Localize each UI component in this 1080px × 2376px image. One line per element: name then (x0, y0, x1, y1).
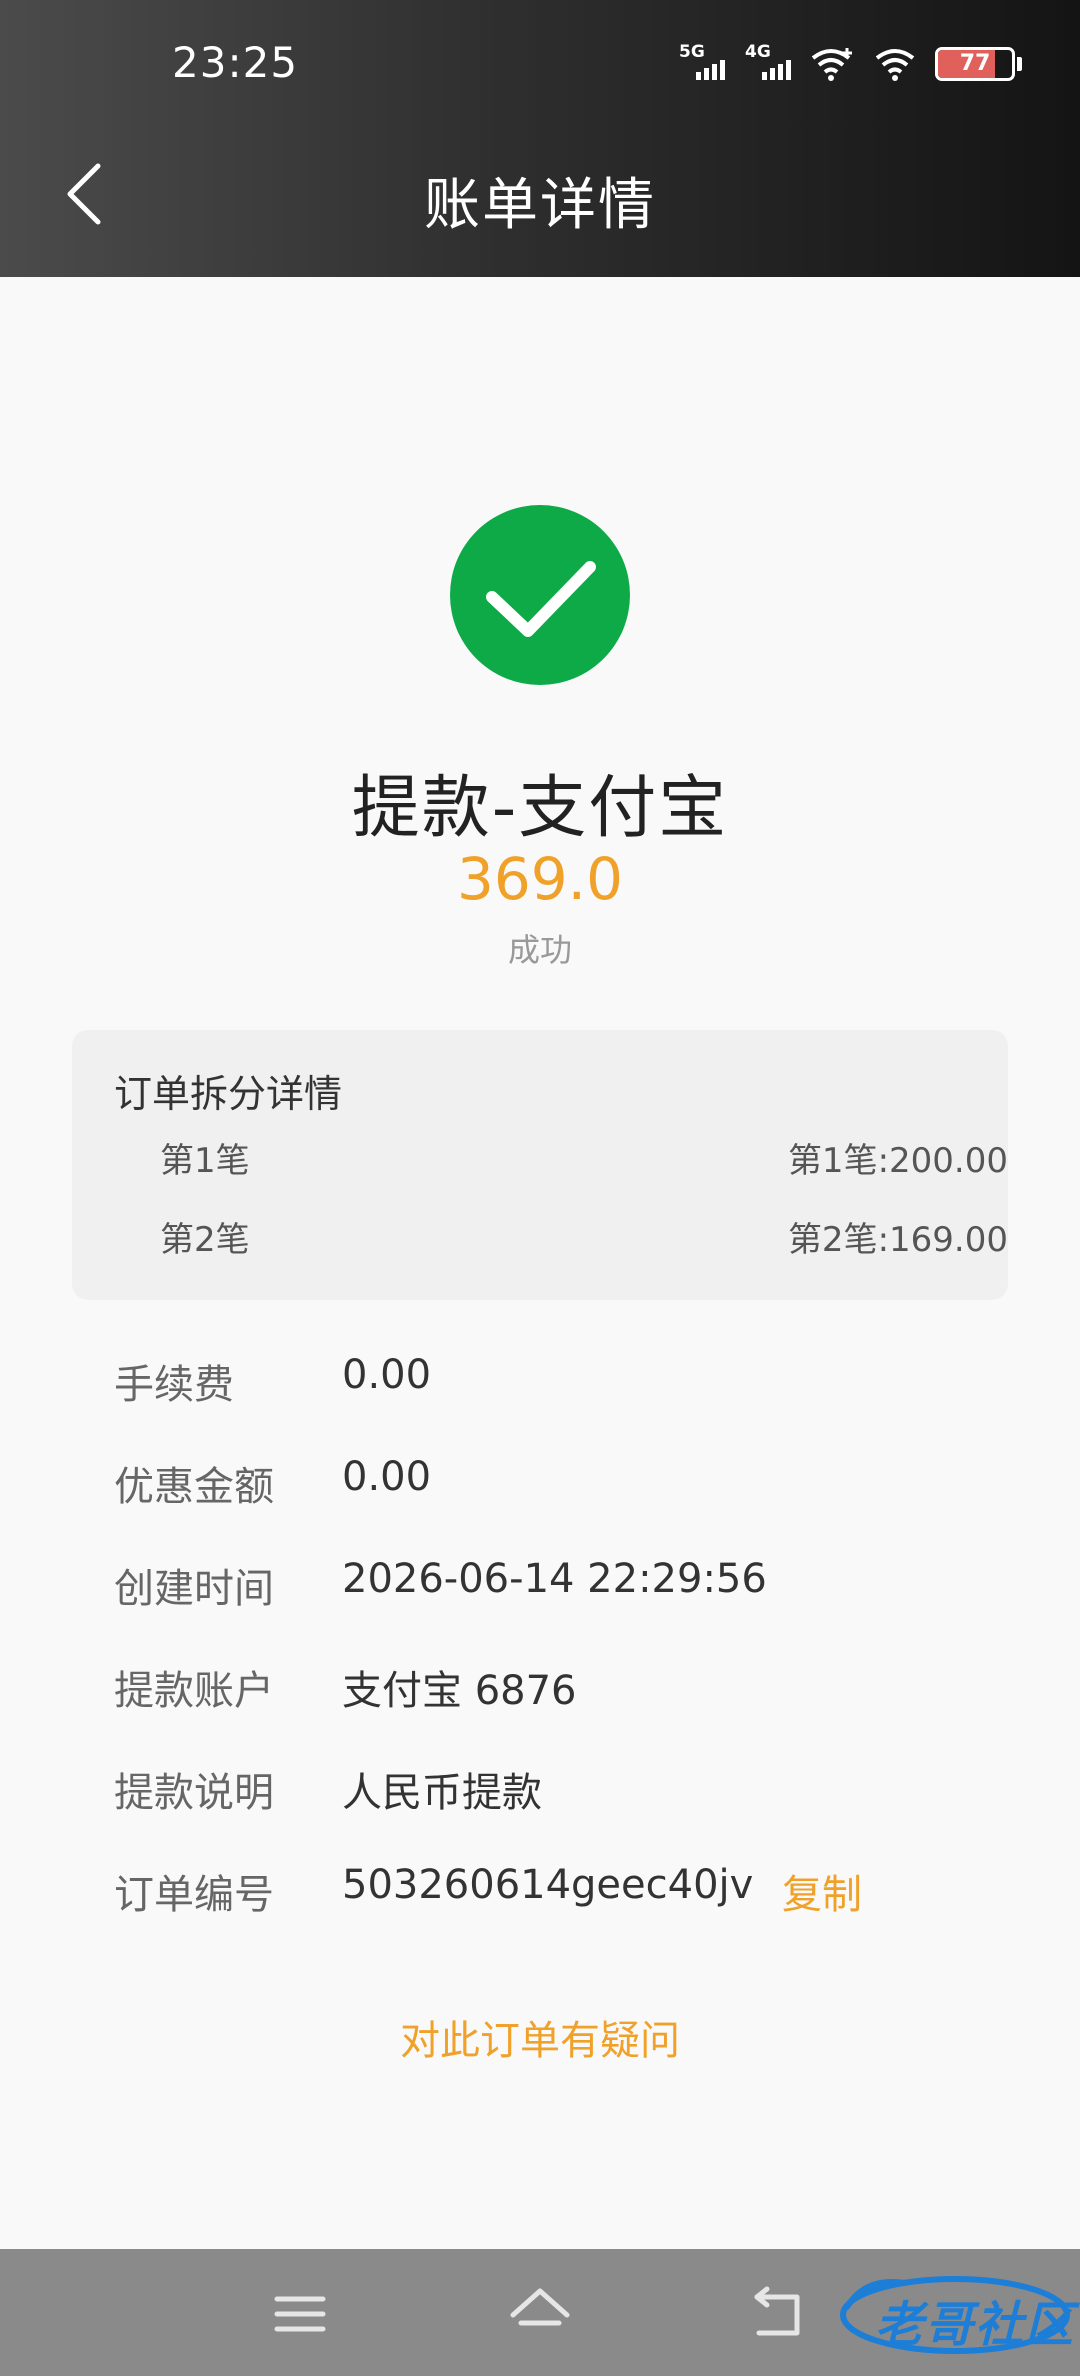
info-key: 提款账户 (114, 1668, 274, 1714)
return-icon (754, 2286, 800, 2336)
signal-5g-icon: 5G (679, 42, 725, 84)
watermark-logo: 老哥社区 (835, 2267, 1075, 2359)
info-key: 创建时间 (114, 1566, 274, 1612)
network-label-1: 5G (679, 42, 705, 62)
return-button[interactable] (745, 2279, 815, 2349)
split-row-label: 第2笔 (160, 1220, 250, 1260)
battery-icon: 77 (935, 47, 1015, 81)
split-row: 第2笔 第2笔:169.00 (160, 1212, 1008, 1261)
info-key: 订单编号 (114, 1872, 274, 1918)
split-row-value: 第1笔:200.00 (787, 1141, 1008, 1181)
split-row-label: 第1笔 (160, 1141, 250, 1181)
check-circle-icon (450, 505, 630, 685)
signal-4g-icon: 4G (745, 42, 791, 84)
status-icons: 5G 4G 77 (679, 42, 1022, 84)
info-value: 人民币提款 (342, 1770, 542, 1816)
transaction-title: 提款-支付宝 (351, 769, 729, 848)
wifi-plus-icon (811, 46, 855, 82)
info-value: 0.00 (342, 1352, 432, 1398)
system-nav-bar: 老哥社区 (0, 2249, 1080, 2376)
menu-button[interactable] (265, 2279, 335, 2349)
info-key: 提款说明 (114, 1770, 274, 1816)
info-key: 手续费 (114, 1362, 234, 1408)
home-icon (510, 2288, 570, 2326)
battery-tip (1017, 57, 1022, 71)
info-value: 2026-06-14 22:29:56 (342, 1556, 767, 1602)
transaction-amount: 369.0 (456, 845, 624, 913)
menu-icon (274, 2296, 326, 2332)
order-number-value: 503260614geec40jv (342, 1862, 754, 1908)
page-title: 账单详情 (424, 173, 656, 238)
battery-level: 77 (959, 51, 991, 76)
split-row: 第1笔 第1笔:200.00 (160, 1133, 1008, 1182)
info-key: 优惠金额 (114, 1464, 274, 1510)
wifi-icon (875, 46, 915, 82)
network-label-2: 4G (745, 42, 771, 62)
app-header: 23:25 5G 4G 77 账单详情 (0, 0, 1080, 277)
info-value: 支付宝 6876 (342, 1668, 577, 1714)
home-button[interactable] (505, 2279, 575, 2349)
watermark-text: 老哥社区 (875, 2297, 1076, 2353)
order-question-link[interactable]: 对此订单有疑问 (0, 2008, 1080, 2066)
split-details-card: 订单拆分详情 第1笔 第1笔:200.00 第2笔 第2笔:169.00 (72, 1030, 1008, 1300)
copy-button[interactable]: 复制 (782, 1862, 862, 1920)
status-time: 23:25 (172, 38, 299, 87)
split-details-title: 订单拆分详情 (114, 1072, 343, 1116)
split-row-value: 第2笔:169.00 (787, 1220, 1008, 1260)
info-value: 0.00 (342, 1454, 432, 1500)
transaction-status: 成功 (507, 931, 572, 969)
